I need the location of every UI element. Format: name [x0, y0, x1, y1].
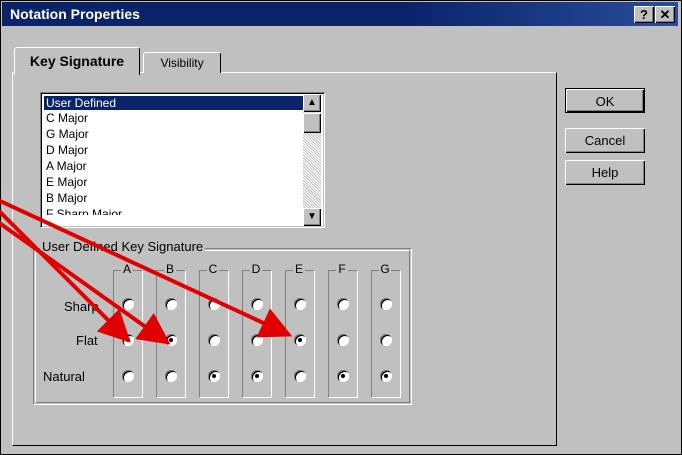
list-item[interactable]: C Major	[44, 111, 90, 125]
radio-g-sharp[interactable]	[380, 298, 392, 310]
list-item[interactable]: D Major	[44, 143, 90, 157]
radio-a-natural[interactable]	[122, 370, 134, 382]
radio-b-sharp[interactable]	[165, 298, 177, 310]
group-title: User Defined Key Signature	[40, 239, 206, 254]
list-item[interactable]: User Defined	[43, 95, 309, 111]
radio-f-flat[interactable]	[337, 334, 349, 346]
column-header-a: A	[121, 262, 133, 276]
radio-f-sharp[interactable]	[337, 298, 349, 310]
column-header-c: C	[207, 262, 219, 276]
radio-e-flat[interactable]	[294, 334, 306, 346]
radio-d-flat[interactable]	[251, 334, 263, 346]
help-icon[interactable]: ?	[634, 6, 654, 23]
cancel-button[interactable]: Cancel	[565, 128, 645, 153]
row-label-sharp: Sharp	[64, 299, 99, 314]
window-title: Notation Properties	[10, 6, 140, 22]
list-item[interactable]: A Major	[44, 159, 89, 173]
radio-c-flat[interactable]	[208, 334, 220, 346]
radio-d-natural[interactable]	[251, 370, 263, 382]
radio-g-natural[interactable]	[380, 370, 392, 382]
row-label-natural: Natural	[43, 369, 85, 384]
tab-key-signature[interactable]: Key Signature	[14, 47, 140, 75]
radio-a-flat[interactable]	[122, 334, 134, 346]
radio-d-sharp[interactable]	[251, 298, 263, 310]
radio-a-sharp[interactable]	[122, 298, 134, 310]
radio-c-sharp[interactable]	[208, 298, 220, 310]
list-scrollbar[interactable]: ▲ ▼	[303, 94, 321, 226]
column-header-b: B	[164, 262, 176, 276]
scroll-thumb[interactable]	[303, 113, 321, 133]
column-header-g: G	[379, 262, 391, 276]
tab-visibility[interactable]: Visibility	[143, 52, 221, 73]
help-button[interactable]: Help	[565, 160, 645, 185]
radio-e-natural[interactable]	[294, 370, 306, 382]
radio-g-flat[interactable]	[380, 334, 392, 346]
column-header-d: D	[250, 262, 262, 276]
column-header-f: F	[336, 262, 348, 276]
radio-b-natural[interactable]	[165, 370, 177, 382]
list-item[interactable]: F Sharp Major	[44, 207, 124, 215]
column-header-e: E	[293, 262, 305, 276]
radio-e-sharp[interactable]	[294, 298, 306, 310]
help-button-label: Help	[591, 165, 619, 180]
scroll-down-icon[interactable]: ▼	[303, 208, 321, 226]
close-icon[interactable]: ✕	[655, 6, 675, 23]
row-label-flat: Flat	[76, 333, 98, 348]
radio-c-natural[interactable]	[208, 370, 220, 382]
key-signature-list[interactable]: User Defined C Major G Major D Major A M…	[40, 92, 325, 228]
list-item[interactable]: E Major	[44, 175, 89, 189]
radio-b-flat[interactable]	[165, 334, 177, 346]
ok-button[interactable]: OK	[565, 88, 645, 113]
list-item[interactable]: B Major	[44, 191, 89, 205]
radio-f-natural[interactable]	[337, 370, 349, 382]
scroll-up-icon[interactable]: ▲	[303, 94, 321, 112]
title-bar[interactable]: Notation Properties ? ✕	[2, 2, 678, 26]
list-item[interactable]: G Major	[44, 127, 91, 141]
